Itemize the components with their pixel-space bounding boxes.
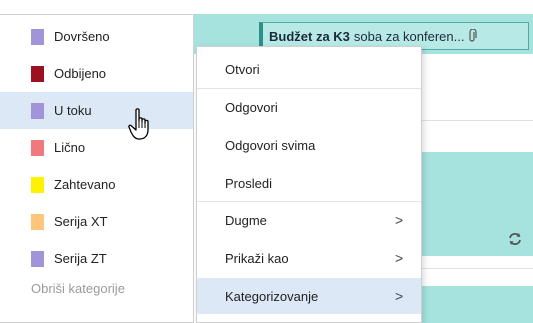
event-title-rest: soba za konferen... xyxy=(353,28,465,44)
menu-item-label: Kategorizovanje xyxy=(225,288,319,304)
category-item[interactable]: Zahtevano xyxy=(0,166,193,203)
menu-item-label: Odgovori xyxy=(225,99,278,115)
category-label: U toku xyxy=(54,103,92,118)
menu-item-reply-all[interactable]: Odgovori svima xyxy=(197,127,421,163)
chevron-right-icon: > xyxy=(395,250,404,266)
category-item[interactable]: Serija ZT xyxy=(0,240,193,277)
category-color-swatch xyxy=(31,250,44,267)
context-menu: Otvori Odgovori Odgovori svima Prosledi … xyxy=(196,46,422,323)
category-menu: Dovršeno Odbijeno U toku Lično Zahtevano… xyxy=(0,14,194,323)
menu-item-reply[interactable]: Odgovori xyxy=(197,89,421,125)
menu-item-label: Odgovori svima xyxy=(225,137,316,153)
category-color-swatch xyxy=(31,176,44,193)
calendar-event-block[interactable] xyxy=(420,286,533,323)
category-label: Serija ZT xyxy=(54,251,107,266)
event-title: Budžet za K3 xyxy=(269,28,350,44)
category-label: Lično xyxy=(54,140,86,155)
chevron-right-icon: > xyxy=(395,288,404,304)
category-color-swatch xyxy=(31,28,44,45)
category-color-swatch xyxy=(31,65,44,82)
category-item[interactable]: Serija XT xyxy=(0,203,193,240)
calendar-gridline xyxy=(420,120,533,121)
category-item[interactable]: Lično xyxy=(0,129,193,166)
category-item[interactable]: Dovršeno xyxy=(0,18,193,55)
chevron-right-icon: > xyxy=(395,212,404,228)
calendar-gridline xyxy=(420,268,533,269)
category-color-swatch xyxy=(31,102,44,119)
category-label: Dovršeno xyxy=(54,29,110,44)
menu-item-label: Dugme xyxy=(225,212,267,228)
category-item[interactable]: Odbijeno xyxy=(0,55,193,92)
recurring-icon xyxy=(509,233,521,245)
category-color-swatch xyxy=(31,139,44,156)
menu-item-forward[interactable]: Prosledi xyxy=(197,165,421,201)
category-label: Zahtevano xyxy=(54,177,116,192)
menu-item-button[interactable]: Dugme > xyxy=(197,202,421,238)
menu-item-show-as[interactable]: Prikaži kao > xyxy=(197,240,421,276)
paperclip-icon xyxy=(469,29,478,42)
hand-cursor-icon xyxy=(128,108,149,140)
category-color-swatch xyxy=(31,213,44,230)
menu-item-label: Prosledi xyxy=(225,175,272,191)
clear-categories-button[interactable]: Obriši kategorije xyxy=(31,281,125,296)
menu-item-label: Prikaži kao xyxy=(225,250,289,266)
menu-item-open[interactable]: Otvori xyxy=(197,51,421,87)
category-label: Serija XT xyxy=(54,214,108,229)
menu-item-categorize[interactable]: Kategorizovanje > xyxy=(197,278,421,314)
category-item[interactable]: U toku xyxy=(0,92,193,129)
menu-item-label: Otvori xyxy=(225,61,260,77)
category-label: Odbijeno xyxy=(54,66,107,81)
